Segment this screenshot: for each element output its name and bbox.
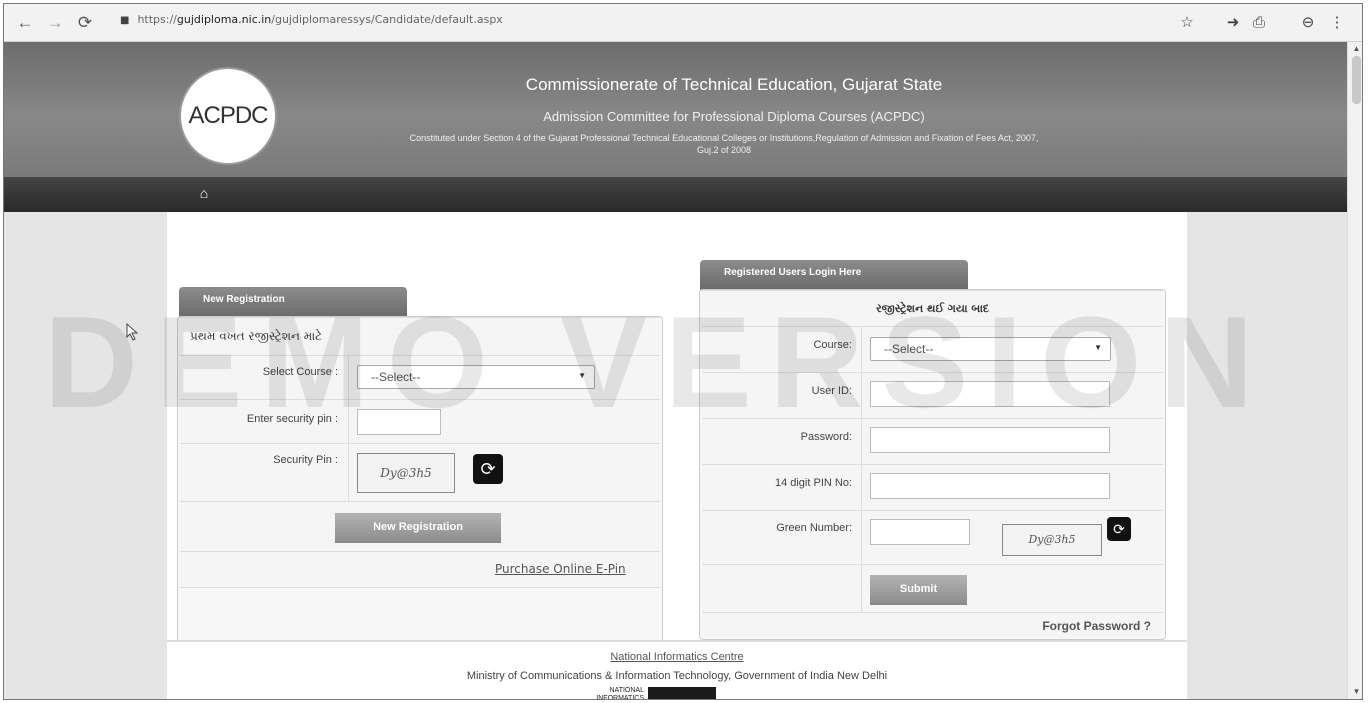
- userid-label: User ID:: [811, 385, 852, 397]
- back-icon[interactable]: ←: [14, 12, 36, 34]
- button-row: New Registration: [180, 502, 660, 552]
- forgot-password-link[interactable]: Forgot Password ?: [1042, 619, 1151, 633]
- security-pin-input[interactable]: [357, 409, 441, 435]
- main-content: New Registration પ્રથમ વખત રજીસ્ટ્રેશન મ…: [167, 212, 1187, 650]
- submit-row: Submit: [702, 565, 1163, 613]
- select-course-label: Select Course :: [262, 366, 338, 378]
- address-bar[interactable]: ■ https://gujdiploma.nic.in/gujdiplomares…: [120, 13, 503, 26]
- cell-divider: [348, 356, 349, 400]
- course-label: Course:: [813, 339, 852, 351]
- captcha-image: Dy@3h5: [357, 453, 455, 493]
- lock-icon: ■: [120, 15, 130, 26]
- captcha-label: Security Pin :: [273, 454, 338, 466]
- vertical-scrollbar[interactable]: ▲ ▼: [1347, 42, 1362, 699]
- login-heading-row: રજીસ્ટ્રેશન થઈ ગયા બાદ: [702, 291, 1163, 327]
- chevron-down-icon: ▼: [1094, 343, 1102, 352]
- nic-logo-text: NATIONAL INFORMATICS: [596, 687, 644, 700]
- nic-logo: NATIONAL INFORMATICS: [582, 687, 717, 700]
- chevron-down-icon: ▼: [578, 371, 586, 380]
- userid-input[interactable]: [870, 381, 1110, 407]
- acpdc-logo: ACPDC: [179, 67, 277, 165]
- nic-logo-mark: [648, 687, 716, 699]
- nic-link[interactable]: National Informatics Centre: [167, 651, 1187, 663]
- constitution-line-2: Guj.2 of 2008: [696, 145, 752, 155]
- new-registration-panel: પ્રથમ વખત રજીસ્ટ્રેશન માટે Select Course…: [177, 316, 663, 650]
- select-course-row: Select Course : --Select-- ▼: [180, 356, 660, 400]
- refresh-captcha-icon[interactable]: ⟳: [1107, 517, 1131, 541]
- login-captcha-image: Dy@3h5: [1002, 524, 1102, 556]
- pin-row: 14 digit PIN No:: [702, 465, 1163, 511]
- page-viewport: ACPDC Commissionerate of Technical Educa…: [4, 42, 1347, 700]
- login-course-select[interactable]: --Select-- ▼: [870, 337, 1111, 361]
- password-row: Password:: [702, 419, 1163, 465]
- cell-divider: [861, 373, 862, 419]
- green-number-label: Green Number:: [776, 522, 852, 534]
- submit-button[interactable]: Submit: [870, 575, 967, 603]
- course-row: Course: --Select-- ▼: [702, 327, 1163, 373]
- cell-divider: [861, 565, 862, 613]
- password-input[interactable]: [870, 427, 1110, 453]
- new-registration-form: પ્રથમ વખત રજીસ્ટ્રેશન માટે Select Course…: [180, 317, 660, 588]
- course-select-value: --Select--: [371, 370, 421, 384]
- bookmark-star-icon[interactable]: ☆: [1176, 12, 1198, 34]
- captcha-row: Security Pin : Dy@3h5 ⟳: [180, 444, 660, 502]
- scrollbar-thumb[interactable]: [1352, 56, 1361, 104]
- cell-divider: [861, 419, 862, 465]
- cell-divider: [861, 511, 862, 565]
- site-title: Commissionerate of Technical Education, …: [525, 75, 943, 94]
- tab-new-registration: New Registration: [179, 287, 407, 317]
- login-course-value: --Select--: [884, 342, 934, 356]
- url-domain: gujdiploma.nic.in: [176, 13, 272, 26]
- password-label: Password:: [800, 431, 852, 443]
- login-panel: રજીસ્ટ્રેશન થઈ ગયા બાદ Course: --Select-…: [699, 289, 1166, 640]
- scroll-down-icon[interactable]: ▼: [1351, 687, 1362, 696]
- refresh-captcha-icon[interactable]: ⟳: [473, 454, 503, 484]
- url-scheme: https://: [137, 13, 177, 26]
- form-heading-row: પ્રથમ વખત રજીસ્ટ્રેશન માટે: [180, 318, 660, 356]
- site-header: ACPDC Commissionerate of Technical Educa…: [4, 42, 1347, 177]
- userid-row: User ID:: [702, 373, 1163, 419]
- constitution-line-1: Constituted under Section 4 of the Gujar…: [409, 133, 1039, 143]
- menu-dots-icon[interactable]: ⋮: [1326, 12, 1348, 34]
- forward-icon[interactable]: →: [44, 12, 66, 34]
- browser-window: ← → ⟳ ■ https://gujdiploma.nic.in/gujdipl…: [3, 3, 1363, 700]
- login-form: રજીસ્ટ્રેશન થઈ ગયા બાદ Course: --Select-…: [702, 290, 1163, 637]
- main-navbar: ⌂: [4, 177, 1347, 212]
- cell-divider: [861, 327, 862, 373]
- security-pin-label: Enter security pin :: [246, 413, 338, 425]
- cell-divider: [348, 444, 349, 502]
- security-pin-row: Enter security pin :: [180, 400, 660, 444]
- constitution-note: Constituted under Section 4 of the Gujar…: [284, 132, 1164, 156]
- home-icon[interactable]: ⌂: [196, 185, 212, 201]
- cell-divider: [861, 465, 862, 511]
- print-icon[interactable]: ⎙: [1248, 12, 1270, 34]
- profile-icon[interactable]: ⊖: [1297, 12, 1319, 34]
- mouse-cursor-icon: [126, 323, 139, 341]
- pin-input[interactable]: [870, 473, 1110, 499]
- pin-label: 14 digit PIN No:: [774, 477, 852, 489]
- url-path: /gujdiplomaressys/Candidate/default.aspx: [271, 13, 503, 26]
- reload-icon[interactable]: ⟳: [74, 12, 96, 34]
- course-select[interactable]: --Select-- ▼: [357, 365, 595, 389]
- browser-toolbar: ← → ⟳ ■ https://gujdiploma.nic.in/gujdipl…: [4, 4, 1362, 42]
- registration-heading: પ્રથમ વખત રજીસ્ટ્રેશન માટે: [190, 329, 323, 343]
- green-number-input[interactable]: [870, 519, 970, 545]
- purchase-row: Purchase Online E-Pin: [180, 552, 660, 588]
- ministry-text: Ministry of Communications & Information…: [466, 670, 888, 682]
- cell-divider: [348, 400, 349, 444]
- site-footer: National Informatics Centre Ministry of …: [167, 640, 1187, 700]
- scroll-up-icon[interactable]: ▲: [1351, 44, 1362, 53]
- site-subtitle: Admission Committee for Professional Dip…: [543, 109, 925, 124]
- login-heading: રજીસ્ટ્રેશન થઈ ગયા બાદ: [875, 302, 990, 315]
- new-registration-button[interactable]: New Registration: [335, 513, 501, 541]
- tab-registered-login: Registered Users Login Here: [700, 260, 968, 290]
- purchase-epin-link[interactable]: Purchase Online E-Pin: [495, 562, 626, 576]
- green-number-row: Green Number: Dy@3h5 ⟳: [702, 511, 1163, 565]
- share-arrow-icon[interactable]: ➜: [1222, 12, 1244, 34]
